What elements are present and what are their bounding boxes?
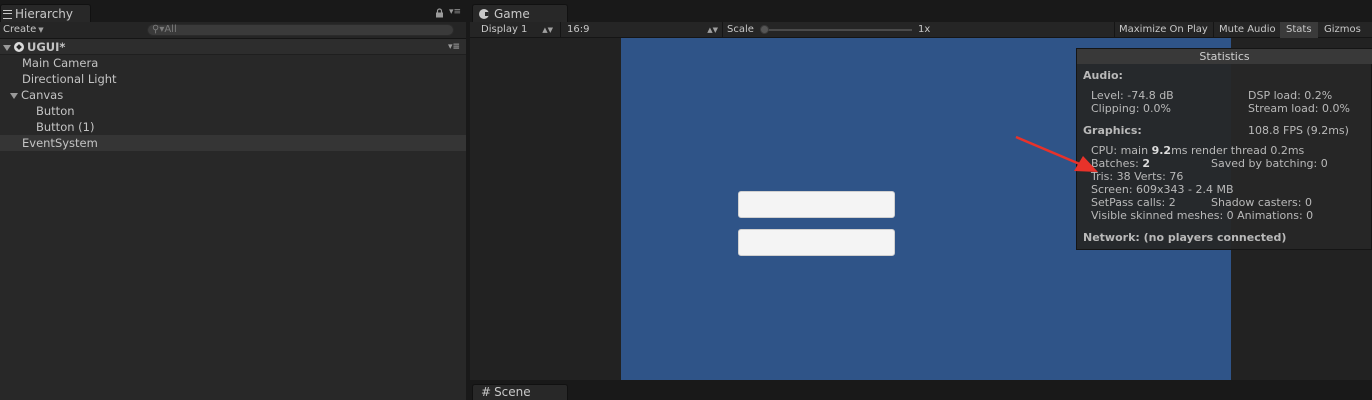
hierarchy-item-directional-light[interactable]: Directional Light	[0, 71, 466, 87]
setpass-calls: SetPass calls: 2	[1091, 196, 1176, 209]
shadow-casters: Shadow casters: 0	[1211, 196, 1312, 209]
scene-tabbar	[470, 380, 1372, 400]
cpu-suffix: ms render thread 0.2ms	[1171, 144, 1305, 157]
scale-value: 1x	[918, 24, 931, 35]
hierarchy-item-label: Main Camera	[22, 56, 99, 70]
hierarchy-item-eventsystem[interactable]: EventSystem	[0, 135, 466, 151]
tab-scene[interactable]: # Scene	[472, 384, 568, 400]
list-icon	[3, 9, 12, 19]
hierarchy-item-button[interactable]: Button	[0, 103, 466, 119]
search-icon: ⚲▾	[152, 24, 165, 35]
skinned-meshes-animations: Visible skinned meshes: 0 Animations: 0	[1091, 209, 1314, 222]
hierarchy-item-main-camera[interactable]: Main Camera	[0, 55, 466, 71]
audio-clipping: Clipping: 0.0%	[1091, 102, 1171, 115]
tab-hierarchy-label: Hierarchy	[15, 6, 74, 21]
screen-readout: Screen: 609x343 - 2.4 MB	[1091, 183, 1234, 196]
create-button-label: Create	[3, 24, 37, 35]
cpu-readout: CPU: main 9.2ms render thread 0.2ms	[1091, 144, 1304, 157]
tab-game[interactable]: Game	[472, 4, 568, 22]
hierarchy-item-label: Directional Light	[22, 72, 117, 86]
hierarchy-item-label: Button (1)	[36, 120, 95, 134]
search-placeholder: All	[164, 24, 177, 35]
updown-icon: ▲▼	[707, 26, 718, 34]
updown-icon: ▲▼	[542, 26, 553, 34]
display-select-value: Display 1	[481, 24, 528, 35]
annotation-arrow	[1015, 135, 1098, 172]
statistics-title: Statistics	[1077, 49, 1372, 64]
lock-icon[interactable]	[435, 8, 445, 18]
stream-load: Stream load: 0.0%	[1248, 102, 1350, 115]
grid-icon: #	[481, 385, 492, 399]
scale-label: Scale	[727, 24, 754, 35]
batches-value: 2	[1142, 157, 1150, 170]
game-tabbar	[470, 0, 1372, 22]
audio-header: Audio:	[1083, 69, 1123, 82]
unity-scene-icon	[14, 42, 24, 52]
hierarchy-item-canvas[interactable]: Canvas	[0, 87, 466, 103]
scale-slider-thumb[interactable]	[760, 25, 769, 34]
hierarchy-item-label: EventSystem	[22, 136, 98, 150]
network-status: Network: (no players connected)	[1083, 231, 1287, 244]
scene-name: UGUI*	[27, 40, 66, 54]
panel-menu-icon[interactable]: ▾≡	[449, 7, 461, 17]
toolbar-separator	[560, 22, 561, 38]
tab-hierarchy[interactable]: Hierarchy	[0, 4, 91, 22]
maximize-on-play-toggle[interactable]: Maximize On Play	[1119, 22, 1208, 38]
display-select[interactable]: Display 1 ▲▼	[481, 22, 557, 38]
gizmos-menu[interactable]: Gizmos	[1324, 22, 1361, 38]
saved-by-batching: Saved by batching: 0	[1211, 157, 1328, 170]
aspect-select-value: 16:9	[567, 24, 590, 35]
game-controller-icon	[479, 8, 489, 19]
scale-slider-track[interactable]	[762, 29, 912, 31]
fold-arrow-icon[interactable]	[10, 92, 18, 99]
hierarchy-item-button-1[interactable]: Button (1)	[0, 119, 466, 135]
scene-menu-icon[interactable]: ▾≡	[448, 39, 460, 55]
toolbar-separator	[722, 22, 723, 38]
cpu-main-value: 9.2	[1151, 144, 1172, 157]
create-button[interactable]: Create ▼	[3, 23, 44, 37]
toolbar-separator	[1114, 22, 1115, 38]
scene-root-row[interactable]: UGUI* ▾≡	[0, 39, 466, 55]
tab-game-label: Game	[494, 6, 530, 21]
toolbar-separator	[1213, 22, 1214, 38]
game-ui-button[interactable]	[738, 191, 895, 218]
hierarchy-search-input[interactable]: ⚲▾All	[147, 24, 454, 36]
hierarchy-item-label: Canvas	[21, 88, 64, 102]
audio-level: Level: -74.8 dB	[1091, 89, 1174, 102]
aspect-select[interactable]: 16:9 ▲▼	[567, 22, 720, 38]
game-ui-button-1[interactable]	[738, 229, 895, 256]
tris-verts: Tris: 38 Verts: 76	[1091, 170, 1184, 183]
fps-readout: 108.8 FPS (9.2ms)	[1248, 124, 1349, 137]
mute-audio-toggle[interactable]: Mute Audio	[1219, 22, 1276, 38]
hierarchy-item-label: Button	[36, 104, 75, 118]
caret-down-icon: ▼	[38, 26, 44, 34]
fold-arrow-icon[interactable]	[3, 44, 11, 51]
tab-scene-label: Scene	[494, 385, 531, 399]
dsp-load: DSP load: 0.2%	[1248, 89, 1333, 102]
stats-toggle[interactable]: Stats	[1280, 22, 1318, 38]
